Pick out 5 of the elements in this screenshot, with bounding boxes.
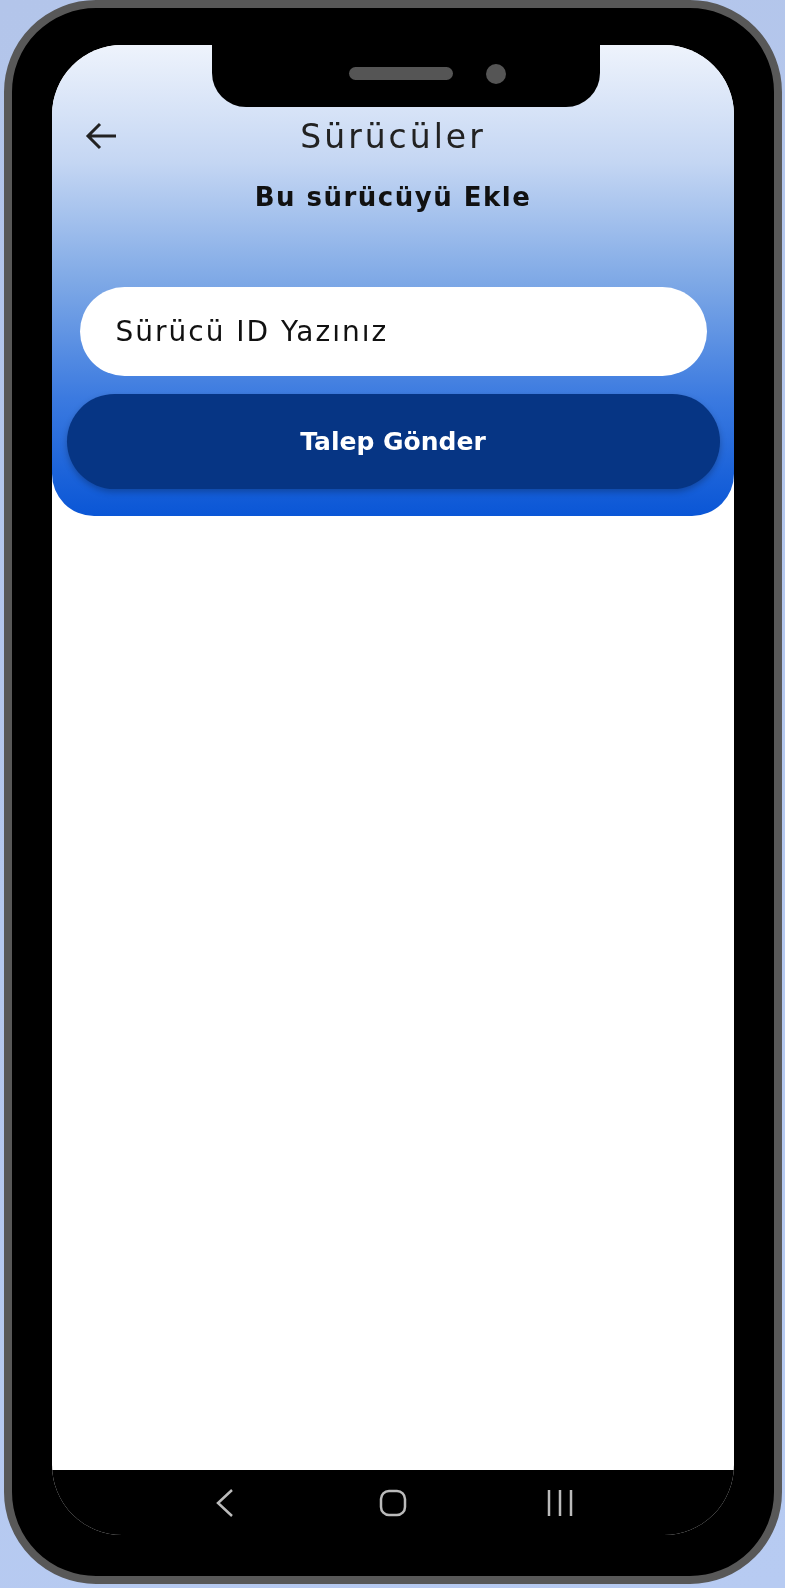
page-subtitle: Bu sürücüyü Ekle xyxy=(254,181,532,214)
submit-button[interactable]: Talep Gönder xyxy=(66,394,720,489)
driver-id-field[interactable]: Sürücü ID Yazınız xyxy=(79,287,707,376)
back-arrow-icon[interactable] xyxy=(84,121,118,151)
page-title: Sürücüler xyxy=(300,116,486,158)
